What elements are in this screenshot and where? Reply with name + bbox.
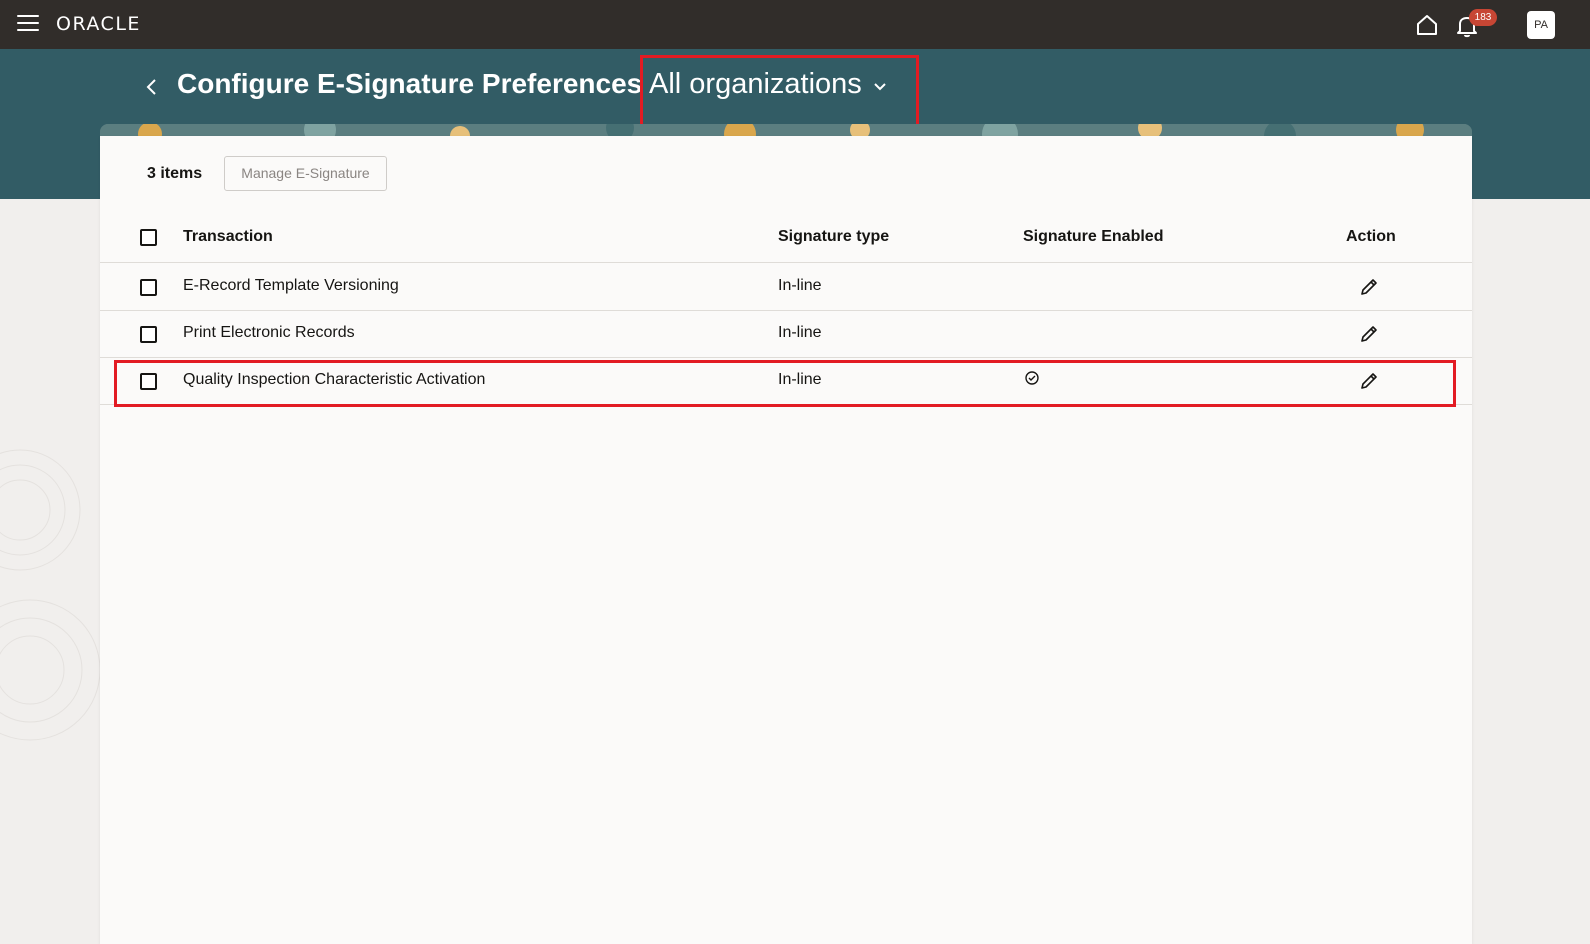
signature-type-cell: In-line <box>778 277 822 294</box>
manage-esignature-button[interactable]: Manage E-Signature <box>224 156 387 191</box>
organization-selector[interactable]: All organizations <box>649 68 888 101</box>
oracle-logo[interactable]: ORACLE <box>56 13 141 35</box>
back-icon[interactable] <box>142 76 162 98</box>
row-checkbox[interactable] <box>140 279 157 296</box>
row-checkbox[interactable] <box>140 373 157 390</box>
row-checkbox[interactable] <box>140 326 157 343</box>
user-avatar[interactable]: PA <box>1527 11 1555 39</box>
edit-icon[interactable] <box>1359 324 1379 344</box>
global-header: ORACLE 183 PA <box>0 0 1590 49</box>
column-header-transaction[interactable]: Transaction <box>183 228 273 246</box>
edit-icon[interactable] <box>1359 277 1379 297</box>
background-pattern <box>0 449 100 741</box>
check-circle-icon <box>1025 371 1039 385</box>
column-header-signature-enabled[interactable]: Signature Enabled <box>1023 228 1163 246</box>
transaction-cell: Print Electronic Records <box>183 324 355 341</box>
column-header-action: Action <box>1346 228 1396 245</box>
row-divider <box>100 310 1472 311</box>
select-all-checkbox[interactable] <box>140 229 157 246</box>
header-divider <box>100 262 1472 263</box>
transaction-cell: Quality Inspection Characteristic Activa… <box>183 371 486 388</box>
page-title: Configure E-Signature Preferences <box>177 68 643 99</box>
item-count: 3 items <box>147 165 203 182</box>
column-header-signature-type[interactable]: Signature type <box>778 228 889 246</box>
row-divider <box>100 357 1472 358</box>
home-icon[interactable] <box>1414 12 1440 38</box>
row-divider <box>100 404 1472 405</box>
organization-selector-label: All organizations <box>649 68 862 100</box>
notification-badge: 183 <box>1469 9 1497 26</box>
main-card: 3 items Manage E-Signature Transaction S… <box>100 136 1472 944</box>
transaction-cell: E-Record Template Versioning <box>183 277 399 294</box>
hamburger-menu-icon[interactable] <box>17 15 39 33</box>
edit-icon[interactable] <box>1359 371 1379 391</box>
signature-type-cell: In-line <box>778 371 822 388</box>
signature-type-cell: In-line <box>778 324 822 341</box>
chevron-down-icon <box>874 82 886 90</box>
